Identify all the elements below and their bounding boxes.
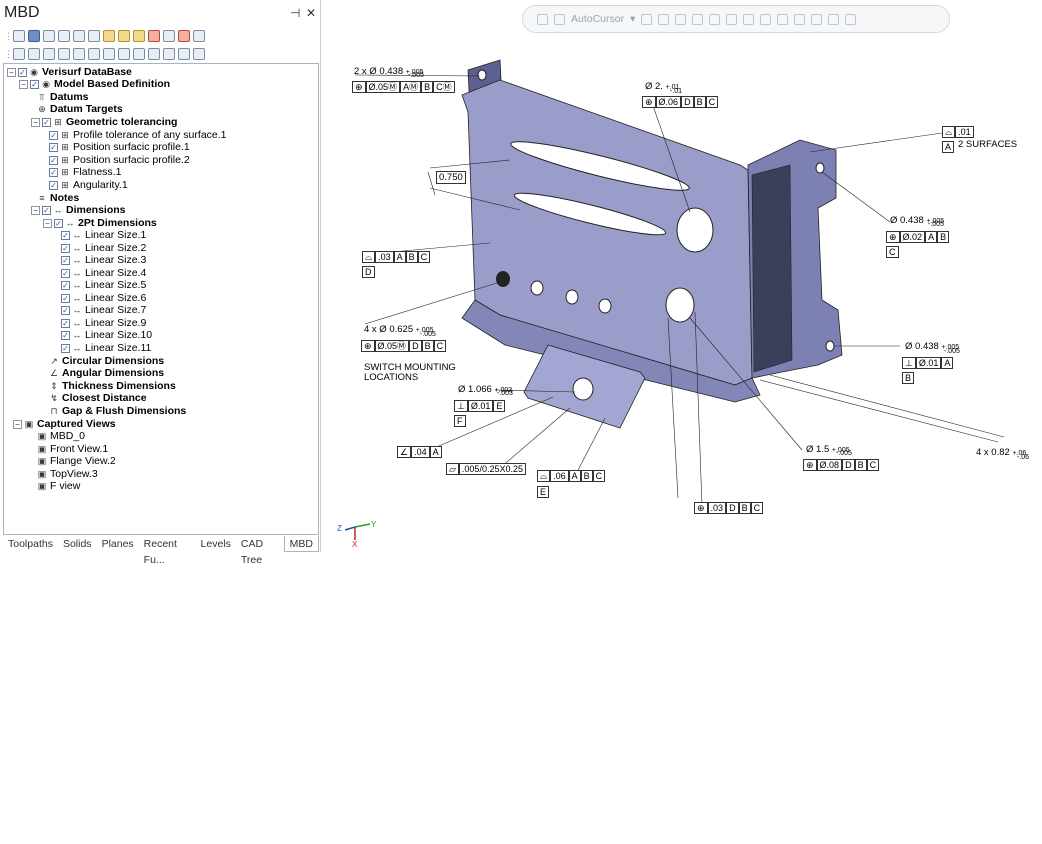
- datum-d[interactable]: D: [362, 266, 375, 278]
- sheet-metal-part: [461, 59, 843, 429]
- hole-tab-large: [572, 377, 594, 401]
- hole-large-upper: [676, 207, 714, 253]
- fcf-angularity[interactable]: ∠ .04 A: [397, 446, 442, 458]
- datum-f[interactable]: F: [454, 415, 466, 427]
- axis-z-label: Z: [337, 524, 342, 533]
- hole-flange-bottom: [825, 340, 835, 352]
- leader-line: [427, 171, 436, 196]
- fcf-profile-d[interactable]: ⌓ .03 A B C: [362, 251, 431, 263]
- tol-minus: -.005: [944, 348, 960, 355]
- tol-minus: -.003: [497, 390, 513, 397]
- fcf-position-625[interactable]: ⊕ Ø.05Ⓜ D B C: [361, 340, 447, 352]
- leader-line: [499, 407, 571, 469]
- datum-a[interactable]: A: [942, 141, 955, 153]
- dim-750[interactable]: 0.750: [436, 171, 466, 184]
- datum-b[interactable]: B: [902, 372, 915, 384]
- hole-small-1: [530, 280, 544, 296]
- graphics-viewport[interactable]: Y X Z: [0, 0, 1042, 844]
- fcf-position-15[interactable]: ⊕ Ø.08 D B C: [803, 459, 880, 471]
- note-2-surfaces[interactable]: 2 SURFACES: [958, 139, 1017, 150]
- hole-flange-top: [815, 162, 825, 174]
- tol-minus: -.005: [928, 221, 944, 228]
- hole-large-lower: [665, 287, 695, 323]
- hole-small-3: [598, 298, 612, 314]
- fcf-profile-01[interactable]: ⌓ .01: [942, 126, 974, 138]
- fcf-position-top[interactable]: ⊕ Ø.05Ⓜ AⓂ B CⓂ: [352, 81, 455, 93]
- leader-line: [809, 132, 943, 153]
- axis-y-label: Y: [371, 520, 377, 529]
- hole-back-flange: [477, 69, 487, 81]
- tol-minus: -.005: [408, 72, 424, 79]
- tol-minus: -.005: [836, 450, 852, 457]
- axis-y-line: [354, 523, 371, 528]
- hole-small-2: [565, 289, 579, 305]
- tol-minus: -.06: [1017, 454, 1030, 461]
- fcf-flatness[interactable]: ▱ .005/0.25X0.25: [446, 463, 526, 475]
- fcf-perp-b[interactable]: ⊥ Ø.01 A: [902, 357, 954, 369]
- leader-line: [769, 374, 1005, 438]
- datum-c[interactable]: C: [886, 246, 899, 258]
- axis-x-label: X: [352, 540, 358, 549]
- note-switch-mounting[interactable]: SWITCH MOUNTING LOCATIONS: [364, 363, 459, 383]
- axis-triad: Y X Z: [337, 520, 377, 549]
- tol-minus: -.01: [670, 88, 683, 95]
- tol-minus: -.005: [420, 331, 436, 338]
- fcf-profile-e[interactable]: ⌓ .06 A B C: [537, 470, 606, 482]
- fcf-perp-f[interactable]: ⊥ Ø.01 E: [454, 400, 506, 412]
- fcf-position-c[interactable]: ⊕ Ø.02 A B: [886, 231, 950, 243]
- leader-line: [759, 379, 999, 443]
- fcf-position-2[interactable]: ⊕ Ø.06 D B C: [642, 96, 719, 108]
- part-inner-shadow: [751, 164, 793, 373]
- leader-line: [574, 417, 606, 477]
- hole-dark: [496, 271, 510, 287]
- datum-e[interactable]: E: [537, 486, 550, 498]
- axis-z-line: [344, 526, 356, 531]
- fcf-position-bottom[interactable]: ⊕ .03 D B C: [694, 502, 764, 514]
